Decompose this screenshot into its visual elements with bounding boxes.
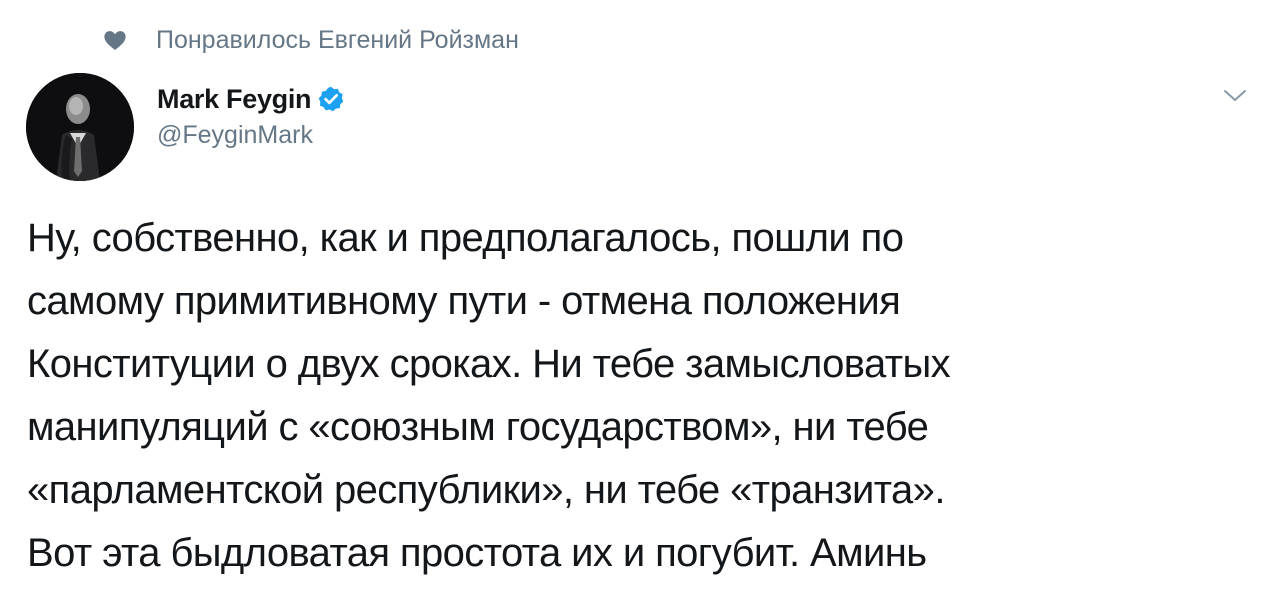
chevron-down-icon[interactable]	[1222, 86, 1248, 106]
tweet-text-line: Ну, собственно, как и предполагалось, по…	[27, 216, 904, 260]
tweet-text-line: самому примитивному пути - отмена положе…	[27, 279, 901, 323]
author-name-row: Mark Feygin	[157, 81, 345, 117]
tweet-text-line: Конституции о двух сроках. Ни тебе замыс…	[27, 342, 951, 386]
author-display-name[interactable]: Mark Feygin	[157, 84, 312, 115]
tweet-text-line: манипуляций с «союзным государством», ни…	[27, 405, 929, 449]
social-context: Понравилось Евгений Ройзман	[102, 20, 519, 60]
author-handle[interactable]: @FeyginMark	[157, 121, 345, 150]
tweet-text: Ну, собственно, как и предполагалось, по…	[27, 207, 1257, 585]
social-context-text[interactable]: Понравилось Евгений Ройзман	[156, 26, 519, 55]
heart-icon	[102, 27, 128, 53]
tweet-text-line: «парламентской республики», ни тебе «тра…	[27, 468, 945, 512]
tweet-author[interactable]: Mark Feygin @FeyginMark	[157, 81, 345, 150]
verified-badge-icon	[317, 85, 345, 113]
tweet-text-line: Вот эта быдловатая простота их и погубит…	[27, 531, 927, 575]
avatar[interactable]	[26, 73, 134, 181]
